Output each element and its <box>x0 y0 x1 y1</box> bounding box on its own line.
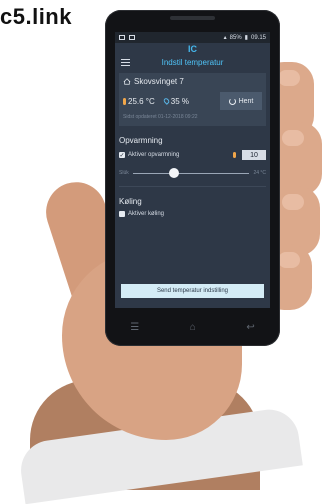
nail <box>282 194 304 210</box>
fetch-button[interactable]: Hent <box>220 92 262 110</box>
setpoint-input[interactable]: 10 <box>242 150 266 160</box>
refresh-icon <box>228 97 236 105</box>
house-card: Skovsvinget 7 25.6 °C 35 % Hent Sidst op… <box>119 73 266 126</box>
heating-checkbox[interactable]: ✓ <box>119 152 125 159</box>
gallery-icon <box>119 35 125 40</box>
nail <box>278 252 300 268</box>
temperature-slider[interactable] <box>132 167 250 178</box>
phone-screen: ▴ 85% ▮ 09.15 IC Indstil temperatur Skov… <box>115 32 270 308</box>
signal-icon: ▴ <box>223 35 227 41</box>
home-nav-icon[interactable]: ⌂ <box>190 322 196 333</box>
address: Skovsvinget 7 <box>134 77 184 86</box>
status-right: ▴ 85% ▮ 09.15 <box>223 34 266 42</box>
status-bar: ▴ 85% ▮ 09.15 <box>115 32 270 43</box>
divider <box>119 186 266 187</box>
slider-knob[interactable] <box>168 167 179 178</box>
slider-max-label: 24 °C <box>253 170 266 176</box>
heating-section: Opvarmning ✓ Aktiver opvarmning 10 Slük … <box>115 136 270 178</box>
status-left-icons <box>119 35 135 40</box>
brand-title: c5.link <box>0 4 72 29</box>
battery-icon: ▮ <box>244 35 248 41</box>
slider-min-label: Slük <box>119 170 129 176</box>
readings-row: 25.6 °C 35 % Hent <box>123 92 262 110</box>
battery-percent: 85% <box>229 34 242 41</box>
nail <box>278 70 300 86</box>
back-nav-icon[interactable]: ↩ <box>246 322 254 333</box>
temperature-reading: 25.6 °C <box>123 97 155 106</box>
cooling-checkbox[interactable] <box>119 211 125 217</box>
cooling-check-row: Aktiver køling <box>119 211 266 217</box>
cooling-checkbox-label: Aktiver køling <box>128 211 165 217</box>
page-title: Indstil temperatur <box>161 57 224 67</box>
heating-title: Opvarmning <box>119 136 163 145</box>
thermometer-icon <box>123 97 126 105</box>
humidity-reading: 35 % <box>162 96 190 106</box>
heating-check-row: ✓ Aktiver opvarmning 10 <box>119 150 266 160</box>
logo-row: IC <box>115 43 270 55</box>
menu-nav-icon[interactable]: ☰ <box>130 322 139 333</box>
fetch-label: Hent <box>238 97 254 105</box>
home-icon <box>123 78 131 85</box>
thermometer-small-icon <box>233 152 236 158</box>
cooling-title: Køling <box>119 197 142 206</box>
phone-nav-bar: ☰ ⌂ ↩ <box>105 308 280 346</box>
app-bar: Indstil temperatur <box>115 55 270 69</box>
heating-checkbox-label: Aktiver opvarmning <box>128 152 180 158</box>
humidity-icon <box>162 97 171 105</box>
app-logo: IC <box>188 44 197 54</box>
temperature-value: 25.6 °C <box>128 96 155 106</box>
earpiece <box>170 16 215 20</box>
cooling-section: Køling Aktiver køling <box>115 197 270 217</box>
clock: 09.15 <box>250 34 266 41</box>
address-row: Skovsvinget 7 <box>123 77 262 86</box>
phone: ▴ 85% ▮ 09.15 IC Indstil temperatur Skov… <box>105 10 280 346</box>
notification-icon <box>129 35 135 40</box>
humidity-value: 35 % <box>170 96 190 106</box>
send-temperature-button[interactable]: Send temperatur indstilling <box>121 284 264 298</box>
last-updated: Sidst opdateret 01-12-2018 09:22 <box>123 114 198 120</box>
heating-slider-row: Slük 24 °C <box>119 167 266 178</box>
nail <box>282 130 304 146</box>
